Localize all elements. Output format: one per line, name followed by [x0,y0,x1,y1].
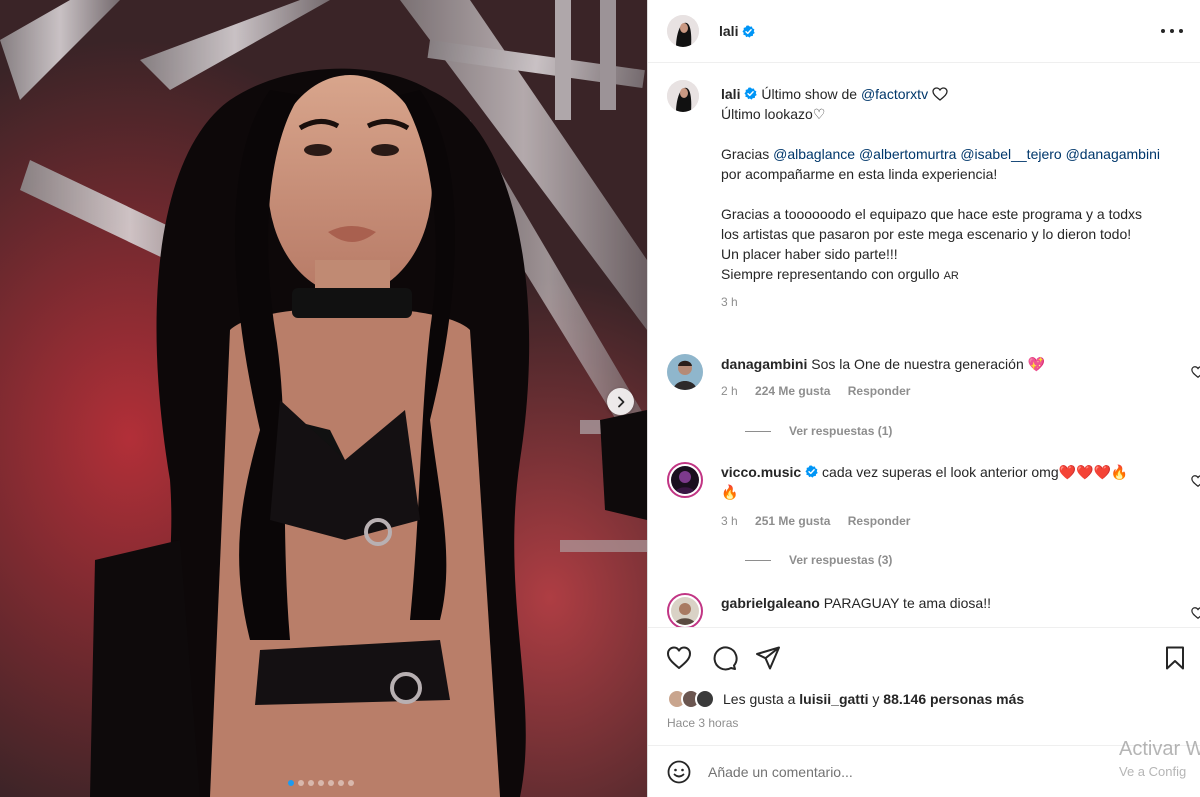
caption-paragraph: Siempre representando con orgullo [721,266,940,282]
caption-paragraph: Un placer haber sido parte!!! [721,246,898,262]
mention-link[interactable]: @isabel__tejero [960,146,1061,162]
comment-meta: 2 h 224 Me gusta Responder [721,384,924,398]
caption-line1: Último show de [761,86,861,102]
likes-summary: Les gusta a luisii_gatti y 88.146 person… [667,689,1024,709]
commenter-photo [667,354,703,390]
carousel-dot [338,780,344,786]
liker-username[interactable]: luisii_gatti [799,691,868,707]
carousel-dot [308,780,314,786]
view-replies-label: Ver respuestas (3) [789,553,893,567]
mention-link[interactable]: @albertomurtra [859,146,956,162]
comment-button[interactable] [710,644,738,672]
save-button[interactable] [1161,644,1189,672]
post-actions: Les gusta a luisii_gatti y 88.146 person… [648,627,1200,745]
post-photo[interactable] [0,0,647,797]
comment-likes[interactable]: 224 Me gusta [755,384,830,398]
watermark-subtitle: Ve a Config [1119,764,1187,779]
caption-thanks-suffix: por acompañarme en esta linda experienci… [721,166,998,182]
view-replies-label: Ver respuestas (1) [789,424,893,438]
comment-like-button[interactable] [1191,365,1200,379]
emoji-button[interactable] [667,760,691,784]
post-detail-panel: lali lali Último show de @factorxtv Últi… [647,0,1200,797]
view-replies-button[interactable]: Ver respuestas (1) [745,424,892,438]
comment-like-button[interactable] [1191,474,1200,488]
reply-button[interactable]: Responder [848,514,911,528]
comment-like-button[interactable] [1191,606,1200,620]
heart-outline-emoji-icon [932,87,948,101]
avatar[interactable] [667,80,699,112]
photo-illustration [0,0,647,797]
carousel-dot [348,780,354,786]
more-options-button[interactable] [1161,22,1183,40]
commenter-username[interactable]: gabrielgaleano [721,595,820,611]
verified-badge-icon [742,24,756,38]
carousel-dot [318,780,324,786]
avatar[interactable] [667,15,699,47]
mention-link[interactable]: @albaglance [773,146,855,162]
comment-text: Sos la One de nuestra generación 💖 [811,356,1046,372]
avatar [695,689,715,709]
add-comment-bar [648,745,1200,797]
caption-line2: Último lookazo♡ [721,106,826,122]
comment-likes[interactable]: 251 Me gusta [755,514,830,528]
caption-username[interactable]: lali [721,86,740,102]
comment-meta: 3 h 251 Me gusta Responder [721,514,924,528]
reply-button[interactable]: Responder [848,384,911,398]
likes-text: Les gusta a luisii_gatti y 88.146 person… [723,691,1025,707]
carousel-indicator [288,780,354,786]
post-author-username[interactable]: lali [719,23,738,39]
post-header: lali [648,0,1200,63]
carousel-dot [288,780,294,786]
mention-link[interactable]: @danagambini [1066,146,1160,162]
more-options-icon [1161,29,1165,33]
watermark-title: Activar W [1119,738,1200,760]
flag-emoji: AR [943,270,959,282]
profile-photo [667,80,699,112]
avatar[interactable] [667,593,703,627]
liker-avatars[interactable] [667,689,715,709]
profile-photo [667,15,699,47]
likes-count[interactable]: 88.146 personas más [883,691,1024,707]
share-button[interactable] [754,644,782,672]
comment-time[interactable]: 3 h [721,514,738,528]
mention-link[interactable]: @factorxtv [861,86,928,102]
view-replies-button[interactable]: Ver respuestas (3) [745,553,892,567]
avatar[interactable] [667,462,703,498]
avatar[interactable] [667,354,703,390]
caption-time[interactable]: 3 h [721,292,1161,312]
commenter-username[interactable]: danagambini [721,356,807,372]
commenter-photo [671,597,699,625]
like-button[interactable] [665,644,693,672]
comment-time[interactable]: 2 h [721,384,738,398]
chevron-right-icon [617,396,624,407]
verified-badge-icon [744,87,758,100]
commenter-photo [671,466,699,494]
carousel-dot [328,780,334,786]
verified-badge-icon [805,465,818,478]
comment-input[interactable] [708,763,1088,780]
activation-watermark: Activar W Ve a Config [1119,738,1200,779]
carousel-dot [298,780,304,786]
comment-text: PARAGUAY te ama diosa!! [823,595,991,611]
carousel-next-button[interactable] [607,388,634,415]
caption-text: lali Último show de @factorxtv Último lo… [721,84,1161,312]
comments-list[interactable]: lali Último show de @factorxtv Último lo… [648,64,1200,627]
caption-paragraph: Gracias a toooooodo el equipazo que hace… [721,206,1143,242]
commenter-username[interactable]: vicco.music [721,464,801,480]
caption-thanks-prefix: Gracias [721,146,774,162]
post-time: Hace 3 horas [667,716,739,730]
